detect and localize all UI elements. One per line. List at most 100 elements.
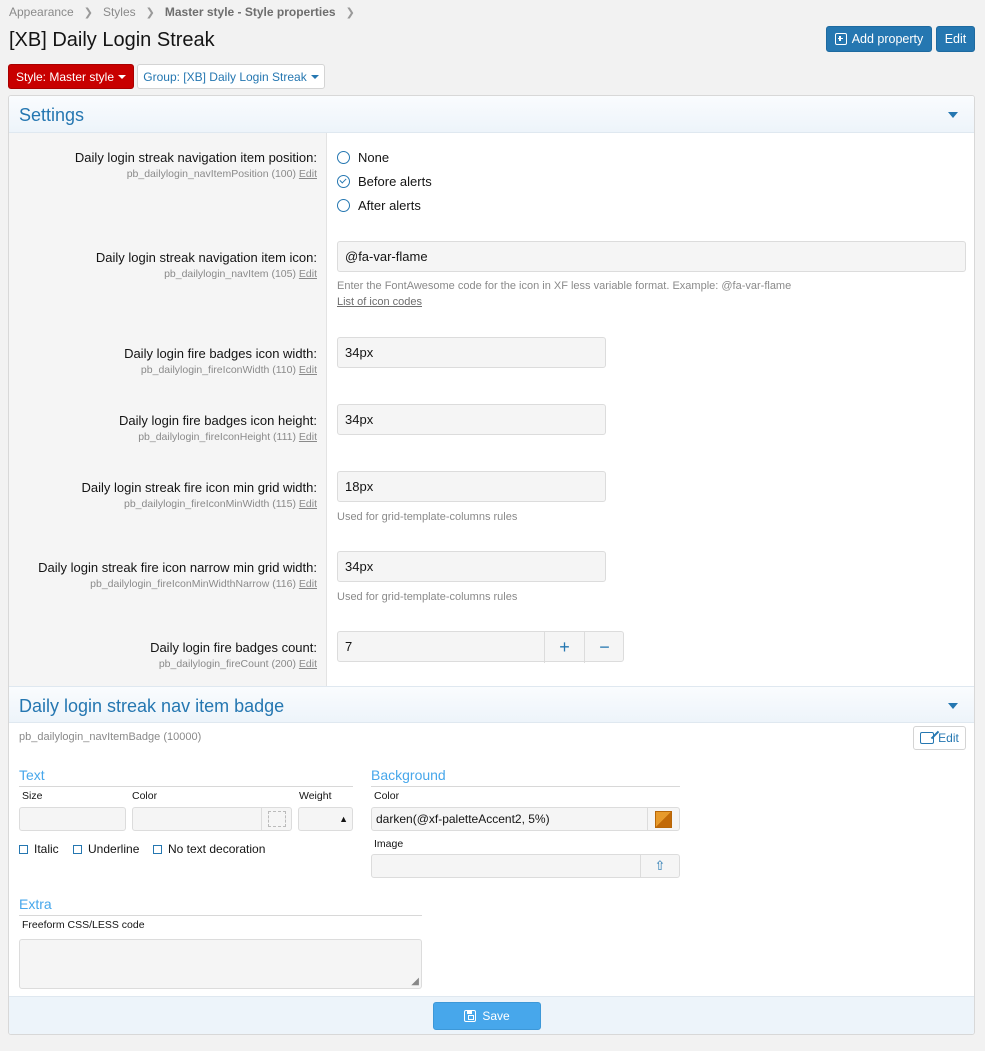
code-label: Freeform CSS/LESS code: [22, 919, 145, 931]
italic-label: Italic: [34, 842, 59, 856]
fire-count-edit-link[interactable]: Edit: [299, 658, 317, 670]
plus-square-icon: [834, 33, 847, 45]
settings-section-header[interactable]: Settings: [9, 96, 974, 133]
narrow-grid-label: Daily login streak fire icon narrow min …: [38, 560, 317, 575]
weight-select[interactable]: ▲: [298, 807, 353, 831]
group-filter-button[interactable]: Group: [XB] Daily Login Streak: [137, 64, 325, 89]
narrow-grid-input[interactable]: 34px: [337, 551, 606, 582]
divider: [19, 915, 422, 916]
radio-after-alerts[interactable]: After alerts: [337, 198, 421, 213]
divider: [371, 786, 680, 787]
fire-width-input[interactable]: 34px: [337, 337, 606, 368]
image-label: Image: [374, 838, 404, 850]
min-grid-edit-link[interactable]: Edit: [299, 498, 317, 510]
select-arrows-icon: ▲: [339, 814, 348, 824]
label-column: [9, 133, 327, 686]
group-filter-label: Group: [XB] Daily Login Streak: [143, 69, 307, 84]
color-label: Color: [132, 790, 158, 802]
radio-before-alerts[interactable]: Before alerts: [337, 174, 432, 189]
checkbox-icon[interactable]: [73, 844, 82, 854]
collapse-toggle-icon[interactable]: [948, 703, 958, 709]
breadcrumb-appearance[interactable]: Appearance: [9, 5, 74, 19]
fire-width-label-group: Daily login fire badges icon width: pb_d…: [9, 346, 317, 376]
fire-width-property-name: pb_dailylogin_fireIconWidth (110): [140, 364, 296, 376]
bg-color-input[interactable]: darken(@xf-paletteAccent2, 5%): [371, 807, 680, 831]
increment-button[interactable]: +: [544, 632, 584, 663]
fire-count-label: Daily login fire badges count:: [150, 640, 317, 655]
min-grid-label: Daily login streak fire icon min grid wi…: [81, 480, 317, 495]
form-footer: Save: [9, 996, 974, 1034]
breadcrumb-styles[interactable]: Styles: [103, 5, 136, 19]
save-icon: [464, 1010, 477, 1022]
edit-button[interactable]: Edit: [936, 26, 975, 52]
chevron-right-icon: ❯: [83, 6, 93, 19]
no-decoration-label: No text decoration: [168, 842, 266, 856]
text-color-input[interactable]: [132, 807, 292, 831]
fire-count-label-group: Daily login fire badges count: pb_dailyl…: [9, 640, 317, 670]
edit-pen-icon: [920, 732, 935, 744]
italic-checkbox[interactable]: Italic: [19, 842, 59, 856]
min-grid-hint: Used for grid-template-columns rules: [337, 511, 518, 523]
nav-position-edit-link[interactable]: Edit: [299, 168, 317, 180]
add-property-button[interactable]: Add property: [826, 26, 932, 52]
bg-color-label: Color: [374, 790, 400, 802]
checkbox-icon[interactable]: [153, 844, 162, 854]
caret-down-icon: [310, 74, 319, 79]
no-decoration-checkbox[interactable]: No text decoration: [153, 842, 265, 856]
decrement-button[interactable]: −: [584, 632, 624, 663]
fire-height-edit-link[interactable]: Edit: [299, 431, 317, 443]
save-label: Save: [482, 1009, 510, 1023]
nav-icon-edit-link[interactable]: Edit: [299, 268, 317, 280]
chevron-right-icon: ❯: [145, 6, 155, 19]
bg-color-value[interactable]: darken(@xf-paletteAccent2, 5%): [376, 812, 550, 826]
icon-codes-link[interactable]: List of icon codes: [337, 296, 422, 308]
fire-width-edit-link[interactable]: Edit: [299, 364, 317, 376]
fire-count-property-name: pb_dailylogin_fireCount (200): [158, 658, 296, 670]
checkbox-icon[interactable]: [19, 844, 28, 854]
collapse-toggle-icon[interactable]: [948, 112, 958, 118]
resize-handle-icon[interactable]: ◢: [411, 976, 419, 987]
badge-title: Daily login streak nav item badge: [19, 696, 285, 716]
min-grid-input[interactable]: 18px: [337, 471, 606, 502]
bg-color-picker-button[interactable]: [647, 808, 679, 830]
nav-position-property-name: pb_dailylogin_navItemPosition (100): [126, 168, 296, 180]
nav-icon-hint: Enter the FontAwesome code for the icon …: [337, 280, 792, 292]
style-filter-button[interactable]: Style: Master style: [8, 64, 134, 89]
size-label: Size: [22, 790, 43, 802]
badge-edit-button[interactable]: Edit: [913, 726, 966, 750]
fire-height-property-name: pb_dailylogin_fireIconHeight (111): [138, 431, 296, 443]
radio-circle-icon[interactable]: [337, 199, 350, 212]
nav-icon-input[interactable]: @fa-var-flame: [337, 241, 966, 272]
nav-position-label: Daily login streak navigation item posit…: [74, 150, 317, 165]
fire-count-value[interactable]: 7: [338, 639, 352, 654]
fire-width-label: Daily login fire badges icon width:: [124, 346, 317, 361]
badge-edit-label: Edit: [938, 731, 959, 745]
radio-none[interactable]: None: [337, 150, 389, 165]
empty-color-swatch-icon: [267, 811, 286, 827]
save-button[interactable]: Save: [433, 1002, 541, 1030]
fire-height-label: Daily login fire badges icon height:: [118, 413, 317, 428]
min-grid-property-name: pb_dailylogin_fireIconMinWidth (115): [124, 498, 296, 510]
radio-before-alerts-label: Before alerts: [358, 174, 432, 189]
radio-checked-icon[interactable]: [337, 175, 350, 188]
breadcrumb-style-properties[interactable]: Master style - Style properties: [165, 5, 336, 19]
fire-height-label-group: Daily login fire badges icon height: pb_…: [9, 413, 317, 443]
underline-checkbox[interactable]: Underline: [73, 842, 139, 856]
fire-count-stepper[interactable]: 7 + −: [337, 631, 624, 663]
fire-height-input[interactable]: 34px: [337, 404, 606, 435]
size-input[interactable]: [19, 807, 126, 831]
caret-down-icon: [118, 74, 127, 79]
chevron-right-icon: ❯: [345, 6, 355, 19]
style-filter-label: Style: Master style: [15, 69, 115, 84]
radio-none-label: None: [358, 150, 390, 165]
radio-circle-icon[interactable]: [337, 151, 350, 164]
upload-icon[interactable]: ⇧: [640, 855, 679, 877]
settings-title: Settings: [19, 105, 85, 125]
bg-image-input[interactable]: ⇧: [371, 854, 680, 878]
narrow-grid-edit-link[interactable]: Edit: [299, 578, 317, 590]
weight-label: Weight: [299, 790, 332, 802]
css-code-textarea[interactable]: ◢: [19, 939, 422, 989]
narrow-grid-hint: Used for grid-template-columns rules: [337, 591, 518, 603]
badge-section-header[interactable]: Daily login streak nav item badge: [9, 686, 974, 723]
color-picker-button[interactable]: [261, 808, 291, 830]
